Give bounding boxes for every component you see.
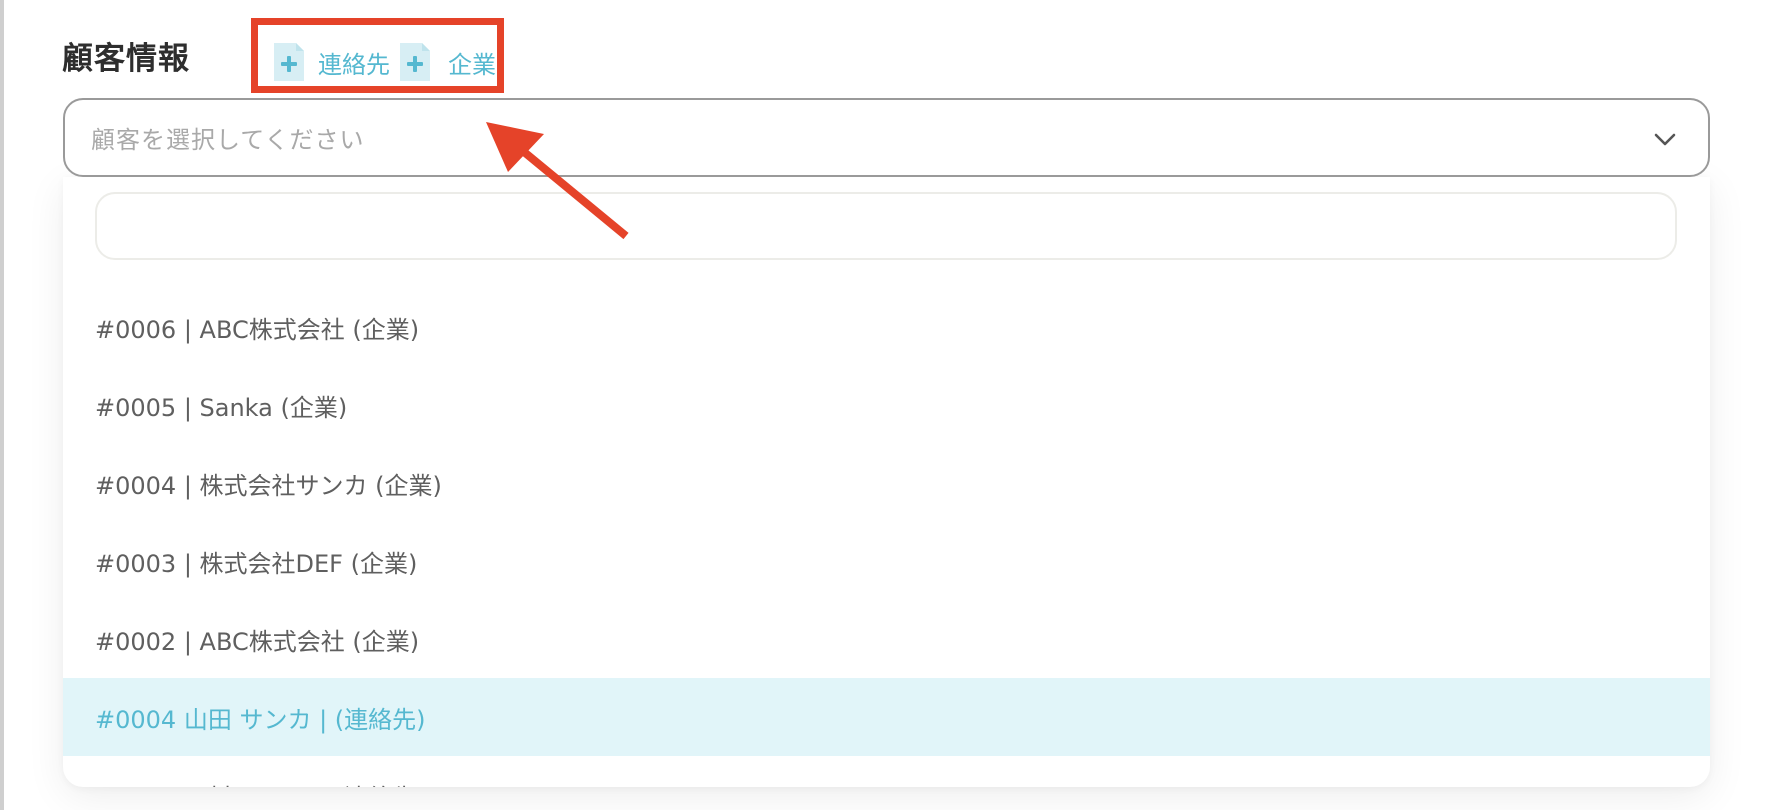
option-company-0003[interactable]: #0003 | 株式会社DEF (企業) [63,522,1710,600]
annotation-highlight-box [251,18,504,93]
dropdown-search-input[interactable] [95,192,1677,260]
section-title: 顧客情報 [62,41,190,77]
page-left-edge [0,0,4,810]
chevron-down-icon[interactable] [1652,126,1678,152]
option-company-0002[interactable]: #0002 | ABC株式会社 (企業) [63,600,1710,678]
option-company-0004[interactable]: #0004 | 株式会社サンカ (企業) [63,444,1710,522]
option-company-0006[interactable]: #0006 | ABC株式会社 (企業) [63,288,1710,366]
option-contact-0003[interactable]: #0003 田村 サンカ | (連絡先) [63,756,1710,788]
options-list: #0006 | ABC株式会社 (企業) #0005 | Sanka (企業) … [63,288,1710,787]
option-company-0005[interactable]: #0005 | Sanka (企業) [63,366,1710,444]
customer-dropdown: #0006 | ABC株式会社 (企業) #0005 | Sanka (企業) … [63,177,1710,787]
customer-select-placeholder: 顧客を選択してください [91,126,365,154]
annotation-arrow [486,122,629,240]
customer-select[interactable]: 顧客を選択してください [63,98,1710,177]
option-contact-0004[interactable]: #0004 山田 サンカ | (連絡先) [63,678,1710,756]
